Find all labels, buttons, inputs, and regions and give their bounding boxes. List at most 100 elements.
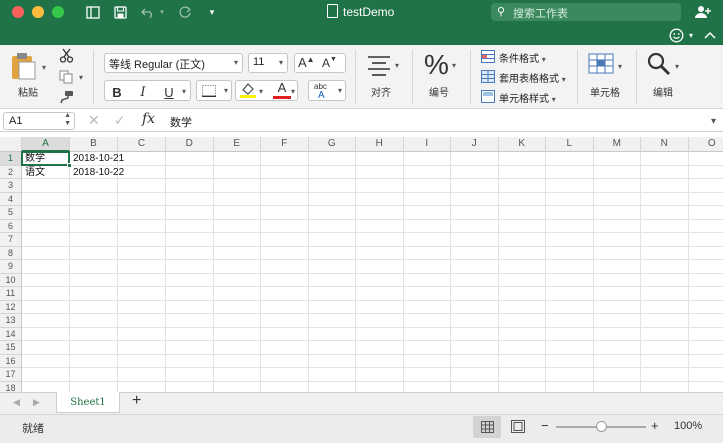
row-header-10[interactable]: 10 [0,273,22,287]
cancel-entry-icon[interactable]: ✕ [88,112,100,129]
paste-icon[interactable] [11,52,37,83]
copy-icon[interactable] [59,70,73,87]
paste-label[interactable]: 粘贴 [18,84,38,99]
row-header-4[interactable]: 4 [0,192,22,206]
row-header-18[interactable]: 18 [0,381,22,392]
underline-button[interactable]: U [157,82,181,102]
font-size-select[interactable]: 11 ▾ [248,53,288,73]
zoom-out-button[interactable]: − [541,418,549,433]
sheet-tab-sheet1[interactable]: Sheet1 [56,392,120,413]
row-header-11[interactable]: 11 [0,287,22,301]
font-color-chevron-icon[interactable]: ▾ [291,87,295,96]
row-header-8[interactable]: 8 [0,246,22,260]
row-header-3[interactable]: 3 [0,179,22,193]
row-header-13[interactable]: 13 [0,314,22,328]
zoom-level[interactable]: 100% [674,420,702,432]
column-header-l[interactable]: L [546,137,594,152]
undo-menu-chevron-icon[interactable]: ▾ [153,3,171,21]
number-label[interactable]: 编号 [429,84,449,99]
search-sheet-input[interactable]: ⚲ 搜索工作表 [491,3,681,21]
row-header-12[interactable]: 12 [0,300,22,314]
insert-function-button[interactable]: fx [142,111,155,127]
collapse-ribbon-icon[interactable] [701,26,719,44]
column-header-a[interactable]: A [22,137,70,152]
row-header-6[interactable]: 6 [0,219,22,233]
zoom-slider-knob[interactable] [595,421,607,432]
cells-label[interactable]: 单元格 [590,84,620,99]
column-header-f[interactable]: F [261,137,309,152]
zoom-in-button[interactable]: + [651,418,659,433]
bold-button[interactable]: B [105,82,129,102]
font-name-select[interactable]: 等线 Regular (正文) ▾ [104,53,243,73]
find-magnifier-icon[interactable] [647,52,671,79]
save-icon[interactable] [111,3,129,21]
minimize-window-button[interactable] [32,6,44,18]
fill-color-icon[interactable] [239,81,257,102]
cells-icon[interactable] [588,51,614,78]
underline-chevron-icon[interactable]: ▾ [182,87,186,96]
column-header-k[interactable]: K [498,137,546,152]
cut-icon[interactable] [59,48,74,66]
percent-icon[interactable]: % [424,50,449,80]
edit-chevron-icon[interactable]: ▾ [675,62,679,71]
row-header-14[interactable]: 14 [0,327,22,341]
copy-chevron-icon[interactable]: ▾ [79,73,83,82]
number-chevron-icon[interactable]: ▾ [452,61,456,70]
column-header-d[interactable]: D [166,137,214,152]
next-sheet-icon[interactable]: ▶ [33,397,40,408]
zoom-window-button[interactable] [52,6,64,18]
page-layout-view-icon[interactable] [511,420,525,436]
column-header-n[interactable]: N [641,137,689,152]
expand-formula-chevron-icon[interactable]: ▾ [711,116,716,127]
row-header-7[interactable]: 7 [0,233,22,247]
table-format-button[interactable]: 套用表格格式 ▾ [499,70,566,85]
normal-view-button[interactable] [473,416,501,438]
cell-b1[interactable]: 2018-10-21 [73,152,124,165]
borders-button[interactable]: ▾ [196,80,232,101]
add-sheet-button[interactable]: + [132,392,141,410]
prev-sheet-icon[interactable]: ◀ [13,397,20,408]
close-window-button[interactable] [12,6,24,18]
edit-label[interactable]: 编辑 [653,84,673,99]
column-header-m[interactable]: M [593,137,641,152]
feedback-chevron-icon[interactable]: ▾ [682,26,700,44]
column-header-o[interactable]: O [688,137,723,152]
align-chevron-icon[interactable]: ▾ [395,61,399,70]
select-all-corner[interactable] [0,137,22,152]
column-header-c[interactable]: C [118,137,166,152]
sidebar-icon[interactable] [84,3,102,21]
column-header-j[interactable]: J [451,137,499,152]
grow-font-button[interactable]: A▲ [298,55,315,70]
format-painter-icon[interactable] [59,90,74,107]
column-header-h[interactable]: H [356,137,404,152]
row-header-16[interactable]: 16 [0,354,22,368]
row-header-5[interactable]: 5 [0,206,22,220]
customize-toolbar-chevron-icon[interactable]: ▾ [203,3,221,21]
fill-color-chevron-icon[interactable]: ▾ [259,87,263,96]
row-header-17[interactable]: 17 [0,368,22,382]
spreadsheet-grid[interactable]: A B C D E F G H I J K L M N O 1 2 3 4 5 6 7 8 9 10 11 12 13 14 15 16 17… [0,137,723,392]
align-icon[interactable] [367,54,391,79]
confirm-entry-icon[interactable]: ✓ [114,112,126,129]
name-box[interactable]: A1 ▲ ▼ [3,112,75,130]
column-header-b[interactable]: B [70,137,118,152]
column-header-g[interactable]: G [308,137,356,152]
add-person-icon[interactable] [694,3,712,21]
paste-chevron-icon[interactable]: ▾ [42,63,46,72]
cell-b2[interactable]: 2018-10-22 [73,166,124,179]
cells-chevron-icon[interactable]: ▾ [618,62,622,71]
cell-style-button[interactable]: 单元格样式 ▾ [499,90,556,105]
conditional-format-button[interactable]: 条件格式 ▾ [499,50,546,65]
align-label[interactable]: 对齐 [371,84,391,99]
row-header-1[interactable]: 1 [0,152,22,166]
column-header-e[interactable]: E [213,137,261,152]
shrink-font-button[interactable]: A▼ [322,56,337,70]
formula-input[interactable]: 数学 [170,114,192,130]
font-color-button[interactable]: A [273,81,291,99]
row-header-15[interactable]: 15 [0,341,22,355]
redo-icon[interactable] [176,3,194,21]
phonetic-button[interactable]: abc A ▾ [308,80,346,101]
row-header-2[interactable]: 2 [0,165,22,179]
fill-handle[interactable] [67,162,72,168]
cell-a2[interactable]: 语文 [25,166,45,179]
